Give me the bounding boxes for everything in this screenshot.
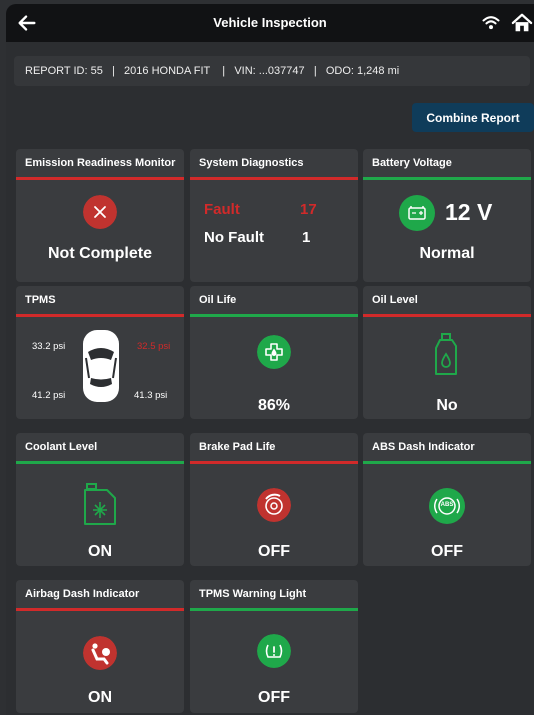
- status-bar: [16, 177, 184, 180]
- separator: |: [112, 65, 115, 77]
- combine-report-button[interactable]: Combine Report: [412, 103, 534, 132]
- coolant-container-icon: [84, 483, 116, 525]
- abs-value: OFF: [431, 543, 463, 560]
- report-id: REPORT ID: 55: [25, 65, 103, 77]
- card-title: Coolant Level: [25, 441, 98, 453]
- tpms-light-value: OFF: [258, 689, 290, 706]
- card-title: Emission Readiness Monitor: [25, 157, 176, 169]
- brake-disc-icon: [257, 488, 291, 522]
- oil-level-card[interactable]: Oil Level No: [363, 286, 531, 419]
- oil-life-icon: [257, 335, 291, 369]
- card-title: Airbag Dash Indicator: [25, 588, 140, 600]
- card-title: ABS Dash Indicator: [372, 441, 475, 453]
- car-top-view-icon: [83, 330, 119, 402]
- tire-rear-right: 41.3 psi: [134, 390, 168, 401]
- card-title: TPMS Warning Light: [199, 588, 307, 600]
- vin: VIN: ...037747: [234, 65, 305, 77]
- tire-front-right: 32.5 psi: [137, 341, 171, 352]
- status-bar: [16, 314, 184, 317]
- battery-value: 12 V: [445, 199, 493, 225]
- status-bar: [363, 177, 531, 180]
- home-icon[interactable]: [511, 12, 533, 34]
- status-bar: [363, 461, 531, 464]
- emission-readiness-card[interactable]: Emission Readiness Monitor Not Complete: [16, 149, 184, 282]
- card-title: TPMS: [25, 294, 56, 306]
- status-bar: [190, 461, 358, 464]
- separator: |: [222, 65, 226, 77]
- status-bar: [16, 608, 184, 611]
- oil-level-value: No: [436, 397, 458, 414]
- oil-bottle-icon: [435, 333, 457, 375]
- brake-pad-life-card[interactable]: Brake Pad Life OFF: [190, 433, 358, 566]
- system-diagnostics-card[interactable]: System Diagnostics Fault 17 No Fault 1: [190, 149, 358, 282]
- top-bar: Vehicle Inspection: [6, 4, 534, 42]
- oil-life-card[interactable]: Oil Life 86%: [190, 286, 358, 419]
- airbag-icon: [83, 636, 117, 670]
- wifi-icon: [482, 16, 500, 30]
- coolant-value: ON: [88, 543, 112, 560]
- tire-rear-left: 41.2 psi: [32, 390, 66, 401]
- emission-status: Not Complete: [48, 245, 152, 262]
- page-title: Vehicle Inspection: [213, 15, 327, 30]
- separator: |: [313, 65, 317, 77]
- battery-icon: [399, 195, 435, 231]
- tpms-warning-icon: [257, 634, 291, 668]
- status-bar: [16, 461, 184, 464]
- app-screen: Vehicle Inspection REPORT ID: 55 | 2016 …: [6, 4, 534, 715]
- card-title: Brake Pad Life: [199, 441, 276, 453]
- oil-life-value: 86%: [257, 397, 291, 414]
- card-title: System Diagnostics: [199, 157, 304, 169]
- odometer: ODO: 1,248 mi: [325, 65, 400, 77]
- battery-voltage-card[interactable]: Battery Voltage 12 V Normal: [363, 149, 531, 282]
- airbag-value: ON: [88, 689, 112, 706]
- card-title: Oil Level: [372, 294, 418, 306]
- airbag-dash-indicator-card[interactable]: Airbag Dash Indicator ON: [16, 580, 184, 713]
- tpms-warning-light-card[interactable]: TPMS Warning Light OFF: [190, 580, 358, 713]
- brake-value: OFF: [258, 543, 290, 560]
- card-title: Oil Life: [199, 294, 237, 306]
- tire-front-left: 33.2 psi: [32, 341, 66, 352]
- fault-label: Fault: [204, 201, 240, 218]
- no-fault-count: 1: [302, 229, 311, 246]
- status-bar: [190, 314, 358, 317]
- status-bar: [363, 314, 531, 317]
- abs-icon-text: ABS: [440, 502, 454, 508]
- vehicle-name: 2016 HONDA FIT: [124, 65, 211, 77]
- close-x-icon: [83, 195, 117, 229]
- status-bar: [190, 608, 358, 611]
- card-title: Battery Voltage: [372, 157, 452, 169]
- fault-count: 17: [300, 201, 317, 218]
- coolant-level-card[interactable]: Coolant Level ON: [16, 433, 184, 566]
- status-bar: [190, 177, 358, 180]
- report-info-bar: REPORT ID: 55 | 2016 HONDA FIT | VIN: ..…: [14, 56, 530, 86]
- no-fault-label: No Fault: [204, 229, 264, 246]
- abs-dash-indicator-card[interactable]: ABS Dash Indicator ABS OFF: [363, 433, 531, 566]
- tpms-card[interactable]: TPMS 33.2 psi 32.5 psi 41.2 psi 41.3 psi: [16, 286, 184, 419]
- battery-status: Normal: [419, 245, 475, 262]
- abs-icon: ABS: [429, 488, 465, 524]
